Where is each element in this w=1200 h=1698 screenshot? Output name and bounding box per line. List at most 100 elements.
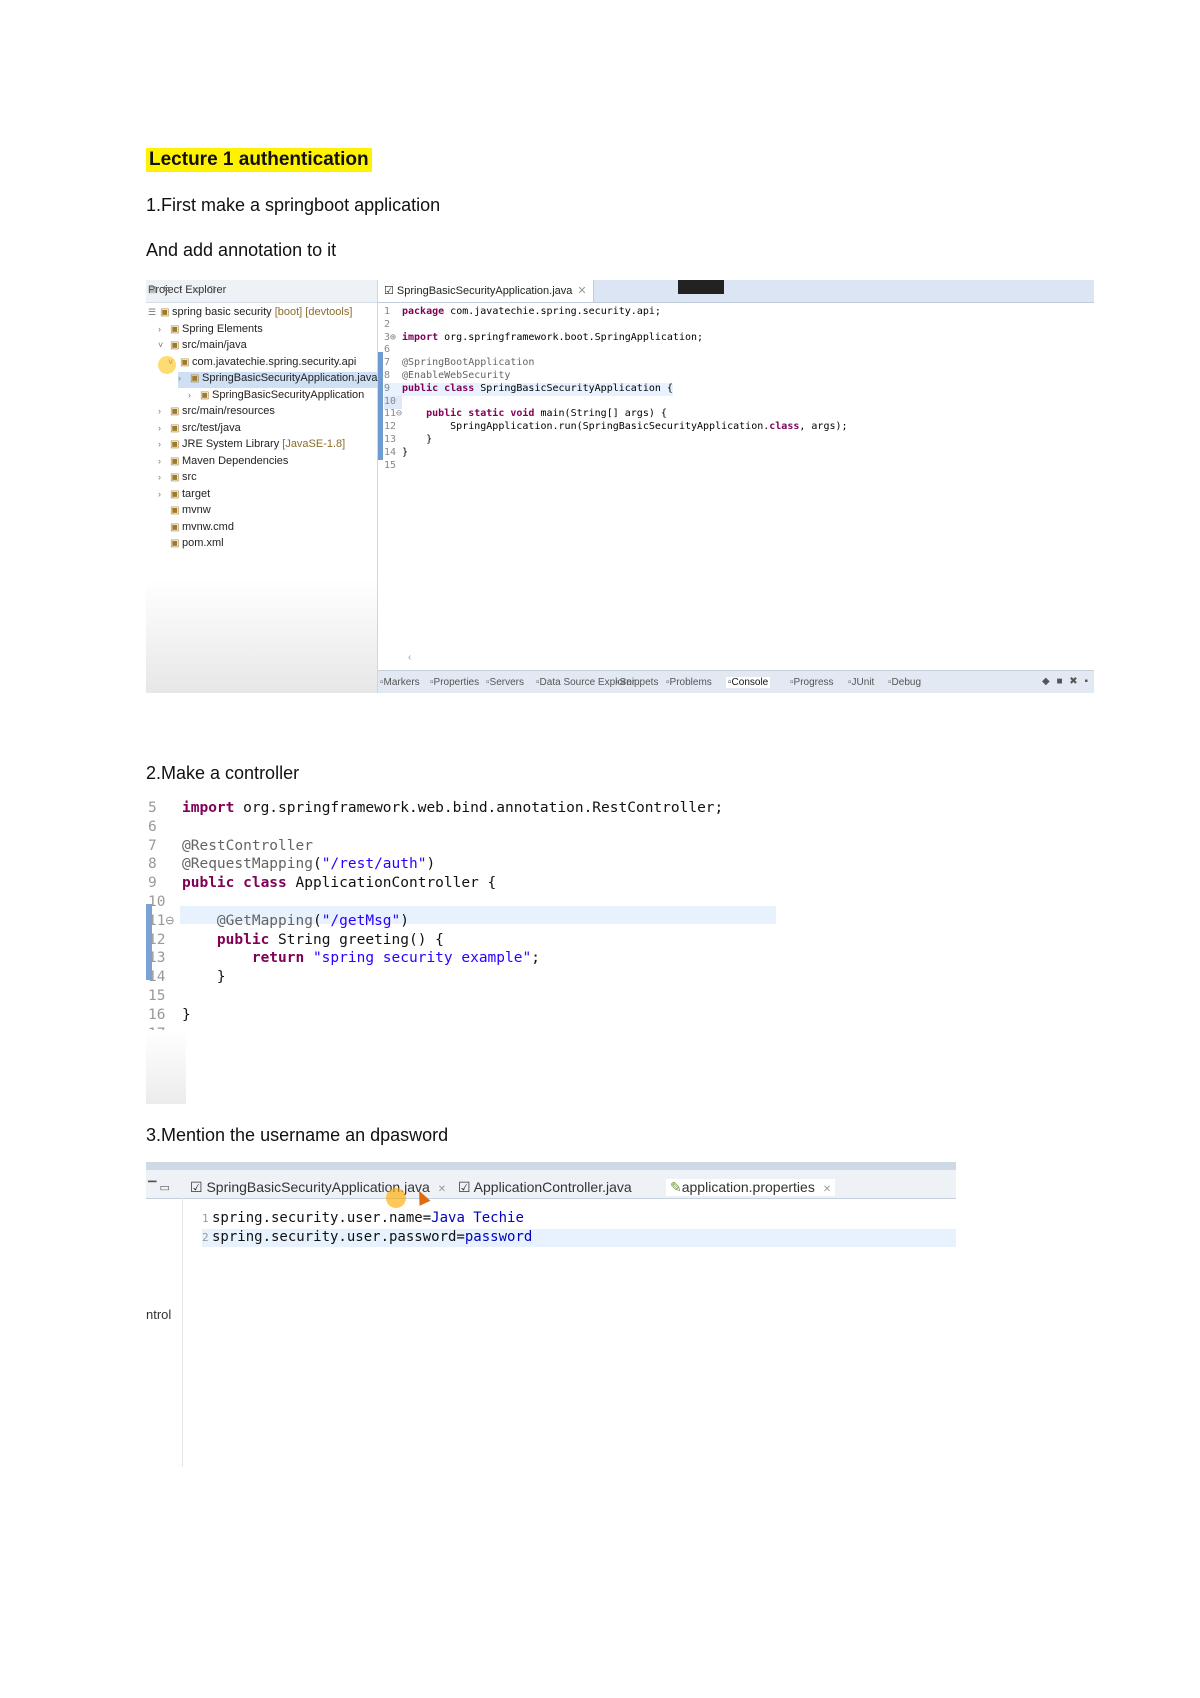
bottom-tab-debug[interactable]: ▫Debug [888,677,921,688]
console-toolbar-icons[interactable]: ◆ ■ ✖ ▪ [1042,676,1090,687]
tree-item[interactable]: ▣ mvnw.cmd [158,521,234,537]
step1b-text: And add annotation to it [146,240,337,260]
code-token: spring.security.user.name= [212,1210,432,1226]
expand-chevron-icon[interactable]: › [178,373,190,383]
tree-item[interactable]: › ▣ SpringBasicSecurityApplication.java [178,372,378,388]
code-line: 14 } [148,969,226,988]
bottom-tab-console[interactable]: ▫Console [726,677,771,688]
code-line: 7 @SpringBootApplication [384,357,534,371]
step3-text: 3.Mention the username an dpasword [146,1125,449,1145]
bottom-tab-properties[interactable]: ▫Properties [430,677,479,688]
code-line: 9 public class ApplicationController { [148,875,496,894]
code-token: public class [402,382,475,394]
code-line: 11⊖ @GetMapping("/getMsg") [148,913,409,932]
tree-item[interactable]: ▣ mvnw [158,504,211,520]
video-overlay [678,280,724,294]
mouse-highlight-icon [386,1188,406,1208]
code-token: public static void [402,408,535,420]
code-token: public class [182,875,287,892]
tree-item-label: spring basic security [172,306,272,318]
bottom-tab-servers[interactable]: ▫Servers [486,677,524,688]
code-token: password [464,1228,533,1245]
expand-chevron-icon[interactable]: ☰ [148,307,160,318]
editor-tab-label: SpringBasicSecurityApplication.java [396,285,573,297]
code-token: public [182,931,270,948]
tree-item-label: src/main/resources [182,405,275,417]
folder-icon: ▣ [170,422,180,434]
code-line: 8 @RequestMapping("/rest/auth") [148,856,435,875]
code-token: } [402,446,409,458]
code-token: ( [312,856,322,873]
code-token: org.springframework.boot.SpringApplicati… [438,331,704,343]
close-icon[interactable]: ✕ [438,1184,446,1195]
bottom-tab-problems[interactable]: ▫Problems [666,677,712,688]
close-icon[interactable]: ✕ [577,285,586,297]
bottom-tab-snippets[interactable]: ▫Snippets [616,677,658,688]
code-token: ) [400,912,409,929]
tree-item-decoration: [JavaSE-1.8] [279,438,346,450]
code-token: } [402,434,433,445]
code-token: ; [531,950,540,967]
folder-icon: ▣ [170,439,180,450]
expand-chevron-icon[interactable]: › [158,439,170,449]
bottom-tab-markers[interactable]: ▫Markers [380,677,420,688]
horizontal-scrollbar[interactable]: ‹ [378,652,1094,663]
minimize-icon[interactable]: ▔ ▭ [148,1181,170,1194]
tree-item[interactable]: › ▣ src [158,471,197,487]
code-token: } [182,1006,191,1023]
code-token: import [182,800,235,816]
editor-tab-main-class[interactable]: ☑ SpringBasicSecurityApplication.java ✕ [378,280,594,302]
code-token: org.springframework.web.bind.annotation.… [234,800,724,816]
tab-spring-basic-security-application[interactable]: ☑ SpringBasicSecurityApplication.java ✕ [190,1179,446,1196]
expand-chevron-icon[interactable]: › [158,489,170,499]
toolbar-strip [146,1162,956,1170]
folder-icon: ▣ [170,521,180,533]
code-token: @RequestMapping [182,856,313,873]
code-token: @SpringBootApplication [402,357,535,369]
code-line: 3⊕ import org.springframework.boot.Spring… [384,332,703,346]
tree-item[interactable]: ˅▣com.javatechie.spring.security.api [168,356,356,372]
expand-chevron-icon[interactable]: › [158,423,170,433]
code-line: 6 [148,819,182,838]
tree-item[interactable]: › ▣ Spring Elements [158,323,263,339]
tree-item-label: Maven Dependencies [182,454,289,467]
expand-chevron-icon[interactable]: › [158,406,170,416]
bottom-tab-progress[interactable]: ▫Progress [790,677,834,688]
tree-item[interactable]: › ▣ src/main/resources [158,405,275,421]
tree-item[interactable]: › ▣ SpringBasicSecurityApplication [188,389,364,405]
tree-item[interactable]: › ▣ Maven Dependencies [158,455,288,471]
tree-item[interactable]: › ▣ src/test/java [158,422,241,438]
tab-application-controller[interactable]: ☑ ApplicationController.java [458,1179,632,1196]
tree-item[interactable]: ☰ ▣ spring basic security [boot] [devtools… [148,306,352,322]
line-number: 14 [384,446,397,458]
close-icon[interactable]: ✕ [823,1184,831,1195]
tree-item[interactable]: ▣ pom.xml [158,537,224,553]
code-line: 16} [148,1007,191,1026]
expand-chevron-icon[interactable]: ˅ [158,340,170,350]
code-token: com.javatechie.spring.security.api; [444,306,661,317]
code-token: @EnableWebSecurity [402,370,511,381]
code-token: } [182,969,226,986]
code-line: 15 [148,988,182,1007]
bottom-tab-junit[interactable]: ▫JUnit [848,677,874,688]
expand-chevron-icon[interactable]: › [158,456,170,466]
editor-tabbar: ☑ SpringBasicSecurityApplication.java ✕ [378,280,1094,303]
tree-item[interactable]: ˅ ▣ src/main/java [158,339,247,355]
controller-code-screenshot: 5 import org.springframework.web.bind.ann… [146,800,776,1104]
expand-chevron-icon[interactable]: › [158,324,170,334]
line-number: 3⊕ [384,331,397,343]
tree-item-label: src [182,471,197,483]
tree-item-label: SpringBasicSecurityApplication.java [202,372,378,384]
expand-chevron-icon[interactable]: › [188,390,200,400]
line-number: 2 [202,1230,209,1244]
expand-chevron-icon[interactable]: › [158,472,170,482]
code-line: 8 @EnableWebSecurity [384,370,510,384]
tree-item[interactable]: › ▣ JRE System Library [JavaSE-1.8] [158,438,345,454]
line-number: 9 [384,382,391,394]
code-line: 2 [384,319,402,333]
code-token: import [402,331,439,343]
folder-icon: ▣ [170,406,180,417]
tree-item[interactable]: › ▣ target [158,488,210,504]
view-menu-icon[interactable]: ▤ ⇆ ⋮ ▭ ▢ [148,284,373,295]
tab-application-properties[interactable]: ✎application.properties ✕ [666,1179,836,1196]
